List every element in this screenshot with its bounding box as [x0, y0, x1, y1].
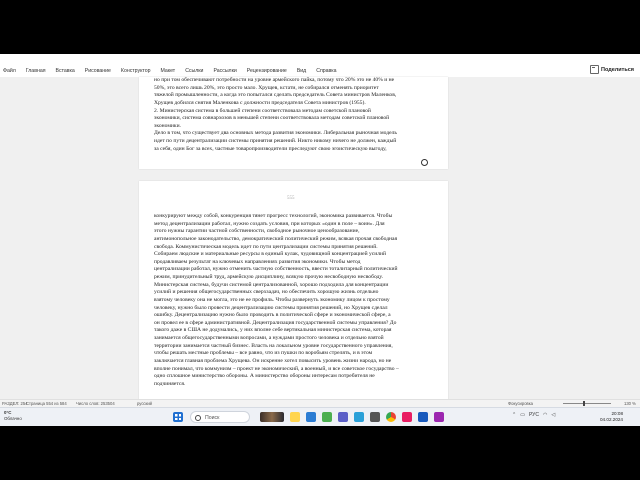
share-label: Поделиться: [600, 66, 634, 73]
text-line: антимонопольное законодательство, демокр…: [154, 235, 398, 242]
text-line: взятому человеку она не могла, это не ее…: [154, 296, 390, 303]
text-line: одно сплошное министерство обороны. А ми…: [154, 373, 375, 380]
tab-draw[interactable]: Рисование: [85, 68, 111, 74]
clock-date: 04.02.2024: [600, 417, 623, 422]
text-line: тяжелой промышленности, а когда это попы…: [154, 92, 397, 99]
tab-insert[interactable]: Вставка: [56, 68, 75, 74]
text-line: централизации работал, нужно отменить ча…: [154, 266, 398, 273]
text-line: он провел ее в сфере административной. Д…: [154, 319, 397, 326]
text-line: 2. Министерская система в большей степен…: [154, 107, 371, 114]
lang-indicator[interactable]: РУС: [529, 412, 539, 418]
text-line: вполне понимал, что коммунизм – проект н…: [154, 365, 399, 372]
text-line: занимается общегосударственными вопросам…: [154, 335, 384, 341]
text-line: Министерская система, будучи системой це…: [154, 281, 389, 288]
app-icon-3[interactable]: [434, 412, 444, 422]
text-line: за себя, один Бог за всех, частные товар…: [154, 145, 387, 152]
section-indicator[interactable]: РАЗДЕЛ: 254: [2, 401, 27, 406]
app-icon[interactable]: [370, 412, 380, 422]
text-line: метод децентрализации работал, нужно соз…: [154, 220, 385, 227]
text-line: идет по пути децентрализации системы при…: [154, 138, 397, 144]
tab-home[interactable]: Главная: [26, 68, 46, 74]
weather-text: Облачно: [4, 416, 22, 421]
text-line: Хрущев добился снятия Маленкова с должно…: [154, 99, 366, 106]
taskbar: 0°C Облачно Поиск ⌃ ▭ РУС ◠ ◁ 20:08 04.0…: [0, 407, 640, 426]
text-line: экономики.: [154, 122, 181, 129]
text-line: человеку, нужно было провести децентрали…: [154, 304, 388, 311]
system-tray: ⌃ ▭ РУС ◠ ◁: [512, 412, 555, 418]
text-line: этого нужны гарантии частной собственнос…: [154, 228, 360, 235]
text-line: свобода. Коммунистическая модель идет по…: [154, 243, 378, 250]
document-page[interactable]: но при том обеспечивают потребности на у…: [139, 77, 448, 169]
share-icon: [589, 65, 599, 74]
text-line: но при том обеспечивают потребности на у…: [154, 77, 395, 83]
tab-view[interactable]: Вид: [297, 68, 306, 74]
ribbon-tabs: Файл Главная Вставка Рисование Конструкт…: [0, 64, 640, 78]
whatsapp-icon[interactable]: [322, 412, 332, 422]
file-explorer-icon[interactable]: [290, 412, 300, 422]
page-number: 555: [287, 196, 295, 201]
app-icon-2[interactable]: [402, 412, 412, 422]
search-icon: [195, 415, 201, 421]
tab-file[interactable]: Файл: [3, 68, 16, 74]
share-button[interactable]: Поделиться: [589, 65, 634, 74]
windows-start-icon[interactable]: [173, 412, 183, 422]
zoom-level[interactable]: 130 %: [624, 401, 636, 406]
mouse-cursor-icon: [421, 159, 428, 166]
text-line: территории занимается частный бизнес. Вл…: [154, 342, 393, 349]
wifi-icon[interactable]: ◠: [543, 412, 547, 418]
volume-icon[interactable]: ◁: [551, 412, 555, 418]
document-page[interactable]: 555 конкурируют между собой, конкуренция…: [139, 181, 448, 411]
teams-icon[interactable]: [338, 412, 348, 422]
word-count[interactable]: Число слов: 253504: [76, 401, 115, 406]
zoom-slider[interactable]: [563, 403, 611, 404]
text-line: Дело в том, что существует два основных …: [154, 130, 397, 137]
edge-browser-icon[interactable]: [306, 412, 316, 422]
chrome-icon[interactable]: [386, 412, 396, 422]
text-line: режим, принудительный труд, армейскую ди…: [154, 274, 384, 280]
text-line: ошибку. Децентрализацию нужно было прово…: [154, 312, 391, 319]
search-placeholder: Поиск: [205, 415, 220, 421]
page-text: но при том обеспечивают потребности на у…: [154, 77, 439, 153]
text-line: подчиняется.: [154, 380, 186, 387]
tab-references[interactable]: Ссылки: [185, 68, 203, 74]
clock[interactable]: 20:08 04.02.2024: [600, 411, 623, 423]
zoom-slider-thumb[interactable]: [583, 401, 585, 406]
tab-help[interactable]: Справка: [316, 68, 336, 74]
focus-mode-button[interactable]: Фокусировка: [508, 401, 533, 406]
text-line: такого даже в США не додумались, у них в…: [154, 327, 392, 334]
text-line: конкурируют между собой, конкуренция тян…: [154, 213, 393, 219]
page-indicator[interactable]: Страница 554 из 584: [26, 401, 67, 406]
language-indicator[interactable]: русский: [137, 401, 152, 406]
chevron-up-icon[interactable]: ⌃: [512, 412, 516, 418]
weather-widget[interactable]: 0°C Облачно: [4, 410, 22, 422]
telegram-icon[interactable]: [354, 412, 364, 422]
screen: Файл Главная Вставка Рисование Конструкт…: [0, 54, 640, 426]
tab-review[interactable]: Рецензирование: [247, 68, 287, 74]
widget-thumbnail[interactable]: [260, 412, 284, 422]
tab-mailings[interactable]: Рассылки: [213, 68, 236, 74]
tab-design[interactable]: Конструктор: [121, 68, 151, 74]
tab-layout[interactable]: Макет: [161, 68, 176, 74]
taskbar-search[interactable]: Поиск: [190, 411, 250, 423]
text-line: продавливаем результат на ключевых напра…: [154, 258, 361, 265]
text-line: заключается главная проблема Хрущева. Он…: [154, 357, 392, 364]
text-line: усилий и решения общегосударственных све…: [154, 289, 379, 296]
text-line: чтобы решать местные проблемы – все равн…: [154, 350, 373, 357]
text-line: Собираем людские и материальные ресурсы …: [154, 251, 387, 258]
document-canvas[interactable]: но при том обеспечивают потребности на у…: [0, 77, 640, 411]
network-icon[interactable]: ▭: [520, 412, 525, 418]
text-line: 50%, это всего лишь 20%, это просто мало…: [154, 84, 379, 91]
text-line: экономики, система совнархозов в меньшей…: [154, 115, 390, 122]
word-icon[interactable]: [418, 412, 428, 422]
page-text: конкурируют между собой, конкуренция тян…: [154, 213, 439, 388]
